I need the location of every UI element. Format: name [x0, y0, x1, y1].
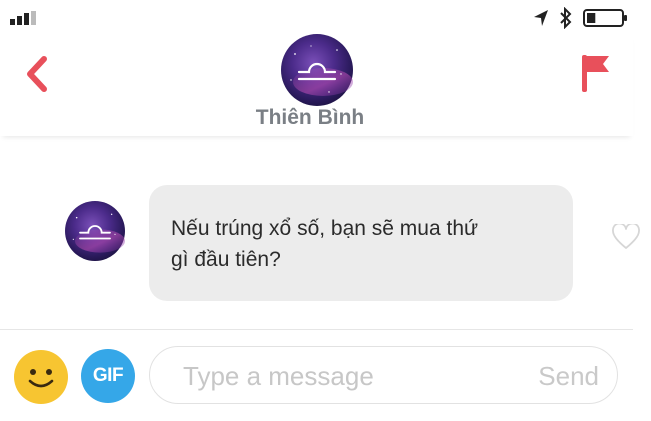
message-composer: GIF Type a message Send	[0, 329, 633, 421]
bluetooth-icon	[560, 7, 572, 29]
battery-icon	[583, 9, 627, 27]
gif-button[interactable]: GIF	[81, 349, 135, 403]
message-text-line: gì đầu tiên?	[171, 248, 281, 271]
message-input[interactable]: Type a message Send	[149, 346, 618, 404]
smiley-face-icon[interactable]	[13, 349, 69, 405]
signal-bars-icon	[10, 11, 36, 25]
flag-icon[interactable]	[578, 52, 612, 94]
contact-avatar[interactable]	[281, 34, 353, 106]
message-bubble: Nếu trúng xổ số, bạn sẽ mua thứ gì đầu t…	[149, 185, 573, 301]
send-button[interactable]: Send	[538, 361, 599, 392]
contact-name: Thiên Bình	[255, 106, 365, 129]
chevron-left-icon[interactable]	[22, 54, 52, 94]
chat-header: Thiên Bình	[0, 34, 633, 136]
message-placeholder: Type a message	[183, 361, 374, 391]
sender-avatar[interactable]	[65, 201, 125, 261]
status-icons	[533, 7, 629, 29]
location-arrow-icon	[534, 10, 548, 26]
status-bar	[0, 0, 651, 34]
message-text-line: Nếu trúng xổ số, bạn sẽ mua thứ	[171, 217, 479, 240]
heart-outline-icon[interactable]	[612, 224, 640, 250]
message-list: Nếu trúng xổ số, bạn sẽ mua thứ gì đầu t…	[0, 136, 640, 329]
